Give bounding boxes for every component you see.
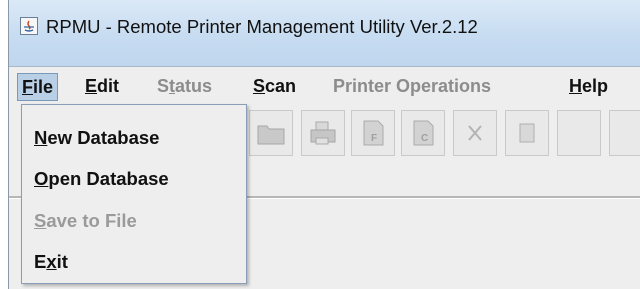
tools-icon bbox=[468, 125, 482, 141]
svg-text:C: C bbox=[421, 133, 428, 144]
save-to-file-label: ave to File bbox=[46, 210, 137, 231]
menu-status-label-pre: S bbox=[157, 76, 170, 96]
title-bar[interactable]: RPMU - Remote Printer Management Utility… bbox=[9, 0, 640, 66]
menu-help[interactable]: Help bbox=[565, 73, 612, 99]
window-title: RPMU - Remote Printer Management Utility… bbox=[46, 16, 478, 37]
menu-help-label: elp bbox=[582, 76, 609, 96]
menu-edit-label: dit bbox=[97, 76, 120, 96]
menu-item-open-database[interactable]: Open Database bbox=[22, 160, 246, 198]
toolbar-print-button[interactable] bbox=[301, 110, 345, 156]
menu-item-save-to-file[interactable]: Save to File bbox=[22, 202, 246, 240]
menu-scan-label: can bbox=[265, 76, 297, 96]
menu-printer-operations[interactable]: Printer Operations bbox=[329, 73, 495, 99]
menu-file[interactable]: File bbox=[17, 73, 59, 101]
svg-text:F: F bbox=[371, 133, 377, 144]
java-app-icon[interactable] bbox=[20, 17, 38, 35]
menu-edit[interactable]: Edit bbox=[81, 73, 123, 99]
toolbar-file-c-button[interactable]: C bbox=[401, 110, 445, 156]
menu-edit-mnemonic: E bbox=[85, 76, 98, 96]
generic-icon bbox=[519, 123, 535, 143]
toolbar-open-button[interactable] bbox=[249, 110, 293, 156]
file-menu-dropdown: New Database Open Database Save to File … bbox=[21, 104, 247, 284]
app-window: RPMU - Remote Printer Management Utility… bbox=[8, 0, 640, 289]
file-f-icon: F bbox=[363, 120, 384, 146]
new-database-mnemonic: N bbox=[34, 127, 48, 148]
menu-item-exit[interactable]: Exit bbox=[22, 243, 246, 281]
toolbar-extra2-button[interactable] bbox=[557, 110, 601, 156]
menu-status[interactable]: Status bbox=[153, 73, 216, 99]
exit-label: it bbox=[56, 251, 68, 272]
toolbar-tools-button[interactable] bbox=[453, 110, 497, 156]
new-database-label: ew Database bbox=[47, 127, 160, 148]
save-to-file-mnemonic: S bbox=[34, 210, 47, 231]
menu-status-label: atus bbox=[175, 76, 213, 96]
menu-help-mnemonic: H bbox=[569, 76, 582, 96]
printer-icon bbox=[310, 121, 336, 145]
menu-file-mnemonic: F bbox=[22, 77, 33, 97]
menu-file-label: ile bbox=[33, 77, 54, 97]
menu-scan[interactable]: Scan bbox=[249, 73, 300, 99]
menu-item-new-database[interactable]: New Database bbox=[22, 119, 246, 157]
toolbar-extra-button[interactable] bbox=[505, 110, 549, 156]
toolbar-extra3-button[interactable] bbox=[609, 110, 640, 156]
open-database-label: pen Database bbox=[48, 168, 169, 189]
menu-scan-mnemonic: S bbox=[253, 76, 266, 96]
toolbar-file-f-button[interactable]: F bbox=[351, 110, 395, 156]
menu-bar: File Edit Status Scan Printer Operations… bbox=[9, 66, 640, 105]
exit-mnemonic: x bbox=[46, 251, 57, 272]
folder-icon bbox=[257, 125, 285, 145]
exit-label-pre: E bbox=[34, 251, 47, 272]
open-database-mnemonic: O bbox=[34, 168, 49, 189]
file-c-icon: C bbox=[413, 120, 434, 146]
